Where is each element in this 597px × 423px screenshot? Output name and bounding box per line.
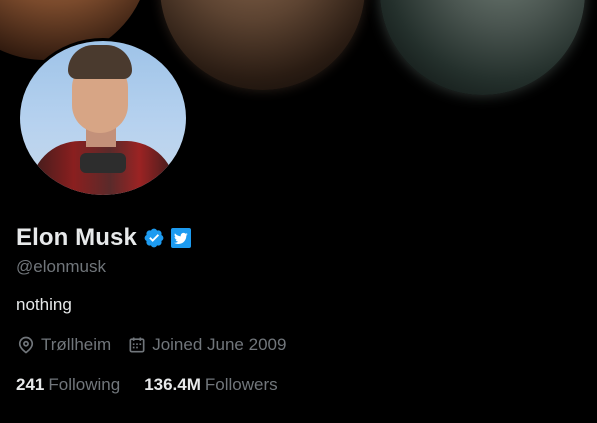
avatar-hair: [68, 45, 132, 79]
twitter-bird-icon[interactable]: [170, 228, 191, 248]
joined-text: Joined June 2009: [152, 335, 287, 354]
calendar-icon: [129, 337, 145, 353]
avatar[interactable]: [17, 38, 189, 198]
profile-bio: nothing: [16, 295, 72, 314]
following-label: Following: [48, 375, 121, 394]
avatar-armor-detail: [80, 153, 126, 173]
profile-name: Elon Musk: [16, 224, 137, 251]
profile-handle: @elonmusk: [16, 257, 107, 276]
name-row: Elon Musk: [16, 222, 191, 254]
location-pin-icon: [18, 336, 34, 354]
following-link[interactable]: 241 Following: [16, 375, 120, 395]
following-count: 241: [16, 375, 45, 394]
location-item: Trøllheim: [16, 335, 111, 355]
followers-count: 136.4M: [144, 375, 201, 394]
followers-link[interactable]: 136.4M Followers: [144, 375, 277, 395]
banner-planet-right: [380, 0, 585, 95]
joined-item: Joined June 2009: [127, 335, 286, 355]
profile-stats: 241 Following 136.4M Followers: [16, 375, 302, 395]
verified-badge-icon[interactable]: [143, 227, 165, 249]
followers-label: Followers: [204, 375, 278, 394]
location-text: Trøllheim: [41, 335, 112, 354]
avatar-photo: [20, 41, 186, 195]
profile-meta: Trøllheim Joined June 2009: [16, 335, 302, 355]
banner-planet-center: [160, 0, 365, 90]
